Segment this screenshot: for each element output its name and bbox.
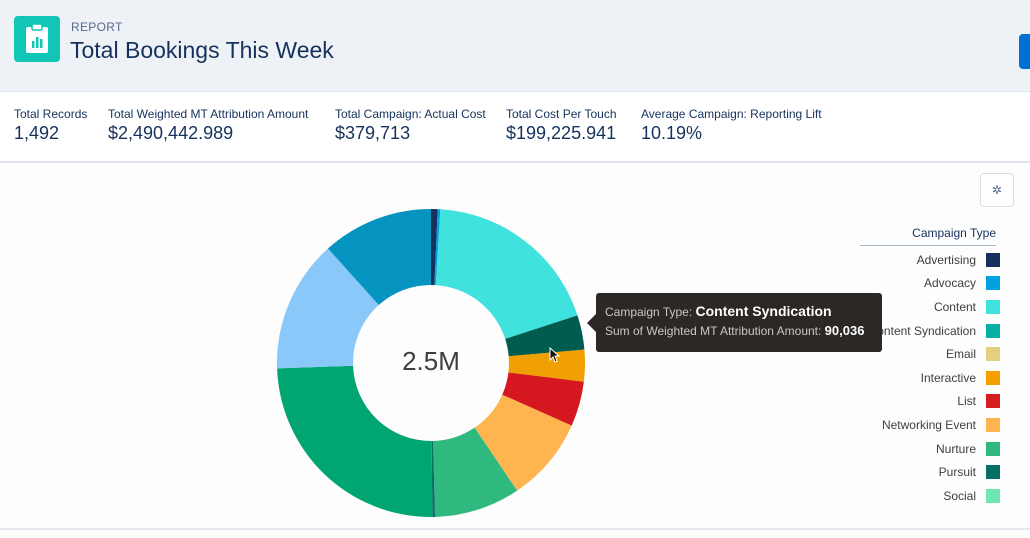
legend-swatch [986, 347, 1000, 362]
legend-swatch [986, 323, 1000, 338]
donut-slice-content[interactable] [435, 209, 578, 339]
metric-total-records: Total Records 1,492 [14, 107, 88, 143]
legend-label: Pursuit [938, 465, 976, 480]
legend-label: Email [945, 347, 976, 362]
donut-center-total: 2.5M [402, 346, 460, 376]
legend-swatch [986, 441, 1000, 456]
legend-item-nurture[interactable]: Nurture [840, 437, 1000, 461]
legend-item-interactive[interactable]: Interactive [840, 366, 1000, 390]
legend-label: Content Syndication [868, 323, 976, 338]
legend-swatch [986, 465, 1000, 480]
gear-icon: ✲ [992, 183, 1003, 197]
header-action-button[interactable] [1019, 34, 1030, 69]
legend-swatch [986, 394, 1000, 409]
tooltip-key-amount: Sum of Weighted MT Attribution Amount: [605, 324, 825, 338]
legend-label: Networking Event [881, 417, 976, 432]
legend-label: Social [943, 488, 976, 503]
legend-item-list[interactable]: List [840, 390, 1000, 414]
legend-swatch [986, 276, 1000, 291]
tooltip-value-amount: 90,036 [824, 323, 865, 338]
legend-swatch [986, 417, 1000, 432]
object-type-label: REPORT [71, 20, 123, 34]
legend-item-advertising[interactable]: Advertising [840, 248, 1000, 272]
chart-settings-button[interactable]: ✲ [980, 173, 1014, 207]
legend-swatch [986, 299, 1000, 314]
legend-swatch [986, 370, 1000, 385]
legend-item-pursuit[interactable]: Pursuit [840, 460, 1000, 484]
legend-item-advocacy[interactable]: Advocacy [840, 272, 1000, 296]
tooltip-value-campaign-type: Content Syndication [695, 303, 832, 319]
summary-bar: Total Records 1,492 Total Weighted MT At… [0, 93, 1030, 163]
legend-label: Advertising [916, 252, 976, 267]
legend-title: Campaign Type [860, 226, 996, 246]
legend-label: Nurture [935, 441, 976, 456]
legend-label: Content [933, 299, 976, 314]
metric-cost-per-touch: Total Cost Per Touch $199,225.941 [506, 107, 617, 143]
legend-swatch [986, 488, 1000, 503]
legend-item-networking-event[interactable]: Networking Event [840, 413, 1000, 437]
legend-label: List [957, 394, 976, 409]
page-title: Total Bookings This Week [70, 37, 334, 63]
legend-label: Interactive [920, 370, 976, 385]
donut-slice-unlabeled-9[interactable] [277, 365, 433, 517]
metric-actual-cost: Total Campaign: Actual Cost $379,713 [335, 107, 486, 143]
metric-reporting-lift: Average Campaign: Reporting Lift 10.19% [641, 107, 822, 143]
mouse-cursor-icon [549, 347, 561, 363]
legend-label: Advocacy [923, 276, 976, 291]
report-icon [14, 16, 60, 62]
legend-item-social[interactable]: Social [840, 484, 1000, 508]
divider [0, 528, 1030, 530]
tooltip-key-campaign-type: Campaign Type: [605, 305, 696, 319]
chart-legend: Advertising Advocacy Content Content Syndic… [840, 248, 1000, 508]
report-header: REPORT Total Bookings This Week [0, 0, 1030, 92]
chart-tooltip: Campaign Type: Content Syndication Sum o… [587, 293, 882, 352]
legend-swatch [986, 252, 1000, 267]
metric-weighted-attribution: Total Weighted MT Attribution Amount $2,… [108, 107, 309, 143]
